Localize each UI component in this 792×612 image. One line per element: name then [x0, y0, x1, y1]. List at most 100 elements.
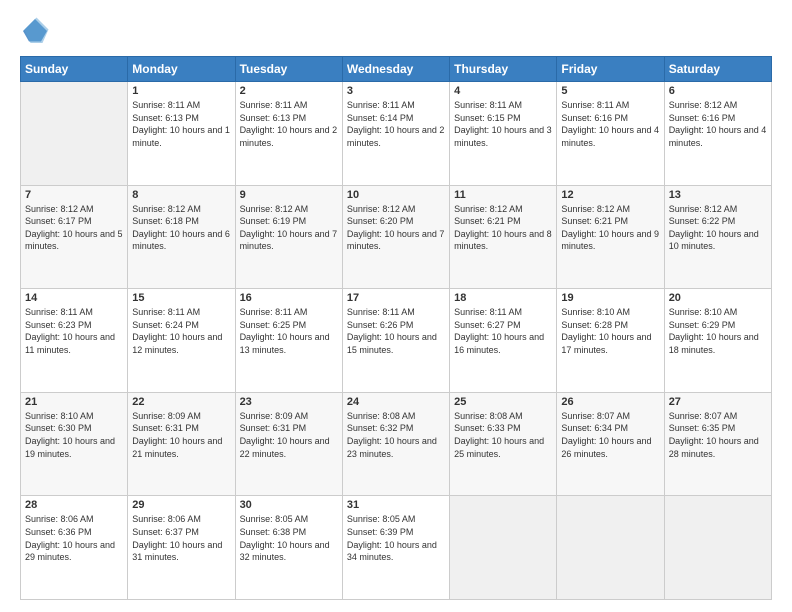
day-info: Sunrise: 8:09 AMSunset: 6:31 PMDaylight:… — [240, 411, 330, 459]
day-info: Sunrise: 8:11 AMSunset: 6:15 PMDaylight:… — [454, 100, 552, 148]
day-info: Sunrise: 8:08 AMSunset: 6:32 PMDaylight:… — [347, 411, 437, 459]
calendar-cell: 22Sunrise: 8:09 AMSunset: 6:31 PMDayligh… — [128, 392, 235, 496]
calendar-cell: 27 Sunrise: 8:07 AMSunset: 6:35 PMDayligh… — [664, 392, 771, 496]
calendar-week-3: 14 Sunrise: 8:11 AMSunset: 6:23 PMDayligh… — [21, 289, 772, 393]
calendar-cell: 4 Sunrise: 8:11 AMSunset: 6:15 PMDaylight… — [450, 82, 557, 186]
day-info: Sunrise: 8:12 AMSunset: 6:19 PMDaylight:… — [240, 204, 338, 252]
header-day-tuesday: Tuesday — [235, 57, 342, 82]
day-number: 25 — [454, 396, 552, 408]
day-number: 3 — [347, 85, 445, 97]
day-info: Sunrise: 8:11 AMSunset: 6:24 PMDaylight:… — [132, 307, 222, 355]
day-info: Sunrise: 8:07 AMSunset: 6:34 PMDaylight:… — [561, 411, 651, 459]
calendar-cell: 25 Sunrise: 8:08 AMSunset: 6:33 PMDayligh… — [450, 392, 557, 496]
calendar-cell: 7 Sunrise: 8:12 AMSunset: 6:17 PMDaylight… — [21, 185, 128, 289]
day-info: Sunrise: 8:07 AMSunset: 6:35 PMDaylight:… — [669, 411, 759, 459]
calendar-week-2: 7 Sunrise: 8:12 AMSunset: 6:17 PMDaylight… — [21, 185, 772, 289]
day-info: Sunrise: 8:05 AMSunset: 6:38 PMDaylight:… — [240, 514, 330, 562]
calendar-cell: 6Sunrise: 8:12 AMSunset: 6:16 PMDaylight… — [664, 82, 771, 186]
calendar-cell: 5 Sunrise: 8:11 AMSunset: 6:16 PMDaylight… — [557, 82, 664, 186]
calendar-cell: 8 Sunrise: 8:12 AMSunset: 6:18 PMDaylight… — [128, 185, 235, 289]
calendar-cell: 13Sunrise: 8:12 AMSunset: 6:22 PMDayligh… — [664, 185, 771, 289]
calendar-cell: 12 Sunrise: 8:12 AMSunset: 6:21 PMDayligh… — [557, 185, 664, 289]
day-number: 23 — [240, 396, 338, 408]
day-info: Sunrise: 8:12 AMSunset: 6:18 PMDaylight:… — [132, 204, 230, 252]
calendar-cell: 29 Sunrise: 8:06 AMSunset: 6:37 PMDayligh… — [128, 496, 235, 600]
calendar-week-4: 21Sunrise: 8:10 AMSunset: 6:30 PMDayligh… — [21, 392, 772, 496]
day-number: 27 — [669, 396, 767, 408]
day-number: 24 — [347, 396, 445, 408]
day-number: 28 — [25, 499, 123, 511]
calendar-cell: 28 Sunrise: 8:06 AMSunset: 6:36 PMDayligh… — [21, 496, 128, 600]
calendar-cell: 30Sunrise: 8:05 AMSunset: 6:38 PMDayligh… — [235, 496, 342, 600]
calendar-cell: 2 Sunrise: 8:11 AMSunset: 6:13 PMDaylight… — [235, 82, 342, 186]
day-number: 4 — [454, 85, 552, 97]
day-info: Sunrise: 8:12 AMSunset: 6:17 PMDaylight:… — [25, 204, 123, 252]
calendar-cell: 23 Sunrise: 8:09 AMSunset: 6:31 PMDayligh… — [235, 392, 342, 496]
day-number: 31 — [347, 499, 445, 511]
day-number: 19 — [561, 292, 659, 304]
calendar-cell: 17 Sunrise: 8:11 AMSunset: 6:26 PMDayligh… — [342, 289, 449, 393]
calendar-cell: 20 Sunrise: 8:10 AMSunset: 6:29 PMDayligh… — [664, 289, 771, 393]
header-day-friday: Friday — [557, 57, 664, 82]
page: SundayMondayTuesdayWednesdayThursdayFrid… — [0, 0, 792, 612]
header-day-sunday: Sunday — [21, 57, 128, 82]
calendar-week-1: 1 Sunrise: 8:11 AMSunset: 6:13 PMDaylight… — [21, 82, 772, 186]
header-day-thursday: Thursday — [450, 57, 557, 82]
day-number: 2 — [240, 85, 338, 97]
calendar-cell: 18 Sunrise: 8:11 AMSunset: 6:27 PMDayligh… — [450, 289, 557, 393]
calendar-cell: 1 Sunrise: 8:11 AMSunset: 6:13 PMDaylight… — [128, 82, 235, 186]
day-number: 26 — [561, 396, 659, 408]
day-number: 18 — [454, 292, 552, 304]
day-info: Sunrise: 8:05 AMSunset: 6:39 PMDaylight:… — [347, 514, 437, 562]
calendar-cell: 10 Sunrise: 8:12 AMSunset: 6:20 PMDayligh… — [342, 185, 449, 289]
day-info: Sunrise: 8:12 AMSunset: 6:21 PMDaylight:… — [454, 204, 552, 252]
calendar-week-5: 28 Sunrise: 8:06 AMSunset: 6:36 PMDayligh… — [21, 496, 772, 600]
day-number: 15 — [132, 292, 230, 304]
day-number: 29 — [132, 499, 230, 511]
day-info: Sunrise: 8:09 AMSunset: 6:31 PMDaylight:… — [132, 411, 222, 459]
calendar-cell — [664, 496, 771, 600]
day-info: Sunrise: 8:11 AMSunset: 6:16 PMDaylight:… — [561, 100, 659, 148]
calendar-cell — [21, 82, 128, 186]
day-number: 12 — [561, 189, 659, 201]
day-number: 7 — [25, 189, 123, 201]
calendar-cell: 15 Sunrise: 8:11 AMSunset: 6:24 PMDayligh… — [128, 289, 235, 393]
day-number: 10 — [347, 189, 445, 201]
header-day-saturday: Saturday — [664, 57, 771, 82]
day-info: Sunrise: 8:12 AMSunset: 6:20 PMDaylight:… — [347, 204, 445, 252]
day-number: 8 — [132, 189, 230, 201]
day-info: Sunrise: 8:11 AMSunset: 6:13 PMDaylight:… — [240, 100, 338, 148]
logo-icon — [20, 16, 50, 46]
day-info: Sunrise: 8:06 AMSunset: 6:37 PMDaylight:… — [132, 514, 222, 562]
day-number: 1 — [132, 85, 230, 97]
day-info: Sunrise: 8:11 AMSunset: 6:27 PMDaylight:… — [454, 307, 544, 355]
logo — [20, 16, 54, 46]
day-number: 17 — [347, 292, 445, 304]
day-info: Sunrise: 8:11 AMSunset: 6:25 PMDaylight:… — [240, 307, 330, 355]
calendar-cell: 19 Sunrise: 8:10 AMSunset: 6:28 PMDayligh… — [557, 289, 664, 393]
day-info: Sunrise: 8:11 AMSunset: 6:26 PMDaylight:… — [347, 307, 437, 355]
day-info: Sunrise: 8:11 AMSunset: 6:14 PMDaylight:… — [347, 100, 445, 148]
calendar-cell: 16Sunrise: 8:11 AMSunset: 6:25 PMDayligh… — [235, 289, 342, 393]
header-day-wednesday: Wednesday — [342, 57, 449, 82]
day-number: 5 — [561, 85, 659, 97]
day-info: Sunrise: 8:12 AMSunset: 6:16 PMDaylight:… — [669, 100, 767, 148]
calendar-cell: 26 Sunrise: 8:07 AMSunset: 6:34 PMDayligh… — [557, 392, 664, 496]
day-number: 20 — [669, 292, 767, 304]
day-info: Sunrise: 8:06 AMSunset: 6:36 PMDaylight:… — [25, 514, 115, 562]
day-info: Sunrise: 8:10 AMSunset: 6:28 PMDaylight:… — [561, 307, 651, 355]
day-number: 14 — [25, 292, 123, 304]
day-info: Sunrise: 8:11 AMSunset: 6:13 PMDaylight:… — [132, 100, 230, 148]
calendar-cell: 9 Sunrise: 8:12 AMSunset: 6:19 PMDaylight… — [235, 185, 342, 289]
calendar-cell: 24 Sunrise: 8:08 AMSunset: 6:32 PMDayligh… — [342, 392, 449, 496]
day-number: 21 — [25, 396, 123, 408]
header — [20, 16, 772, 46]
calendar-cell: 11 Sunrise: 8:12 AMSunset: 6:21 PMDayligh… — [450, 185, 557, 289]
day-number: 9 — [240, 189, 338, 201]
day-info: Sunrise: 8:12 AMSunset: 6:21 PMDaylight:… — [561, 204, 659, 252]
calendar-table: SundayMondayTuesdayWednesdayThursdayFrid… — [20, 56, 772, 600]
day-info: Sunrise: 8:08 AMSunset: 6:33 PMDaylight:… — [454, 411, 544, 459]
day-number: 11 — [454, 189, 552, 201]
day-info: Sunrise: 8:10 AMSunset: 6:29 PMDaylight:… — [669, 307, 759, 355]
day-info: Sunrise: 8:11 AMSunset: 6:23 PMDaylight:… — [25, 307, 115, 355]
